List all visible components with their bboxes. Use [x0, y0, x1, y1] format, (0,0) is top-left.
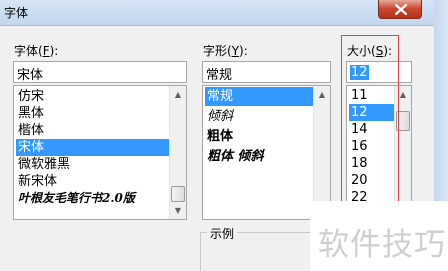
font-style-input[interactable]: 常规 [202, 61, 331, 83]
watermark-text: 软件技巧 [318, 227, 446, 263]
list-item[interactable]: 粗体 [205, 127, 313, 146]
list-item[interactable]: 黑体 [16, 105, 169, 122]
window-title: 字体 [4, 6, 29, 20]
font-list-scrollbar[interactable]: ▲ ▼ [169, 86, 186, 219]
close-button[interactable] [378, 0, 422, 19]
font-name-label-key: F [42, 44, 50, 58]
list-item[interactable]: 楷体 [16, 122, 169, 139]
scroll-up-arrow-icon[interactable]: ▲ [170, 86, 186, 103]
font-name-label: 字体(F): [14, 42, 58, 59]
style-list-scrollbar[interactable]: ▲ ▼ [313, 86, 330, 219]
list-item[interactable]: 粗体 倾斜 [205, 147, 313, 166]
font-style-label-end: ): [239, 44, 248, 58]
list-item[interactable]: 仿宋 [16, 88, 169, 105]
font-name-list[interactable]: ▲ ▼ 仿宋 黑体 楷体 宋体 微软雅黑 新宋体 叶根友毛笔行书2.0版 [13, 85, 187, 220]
font-style-label-key: Y [231, 44, 240, 58]
font-style-label: 字形(Y): [203, 42, 248, 59]
close-icon [395, 4, 407, 15]
scroll-thumb[interactable] [171, 186, 185, 202]
preview-label: 示例 [207, 225, 238, 242]
list-item[interactable]: 宋体 [16, 139, 169, 156]
font-style-label-text: 字形( [203, 44, 232, 58]
list-item[interactable]: 微软雅黑 [16, 156, 169, 173]
scroll-down-arrow-icon[interactable]: ▼ [170, 202, 186, 219]
list-item[interactable]: 倾斜 [205, 107, 313, 126]
font-style-list[interactable]: ▲ ▼ 常规倾斜粗体粗体 倾斜 [202, 85, 331, 220]
list-item[interactable]: 新宋体 [16, 173, 169, 190]
scroll-up-arrow-icon[interactable]: ▲ [314, 86, 330, 103]
list-item[interactable]: 常规 [205, 87, 313, 106]
list-item[interactable]: 叶根友毛笔行书2.0版 [16, 190, 169, 207]
font-name-label-end: ): [49, 44, 59, 58]
font-name-label-text: 字体( [14, 44, 43, 58]
font-name-input[interactable]: 宋体 [13, 61, 187, 83]
